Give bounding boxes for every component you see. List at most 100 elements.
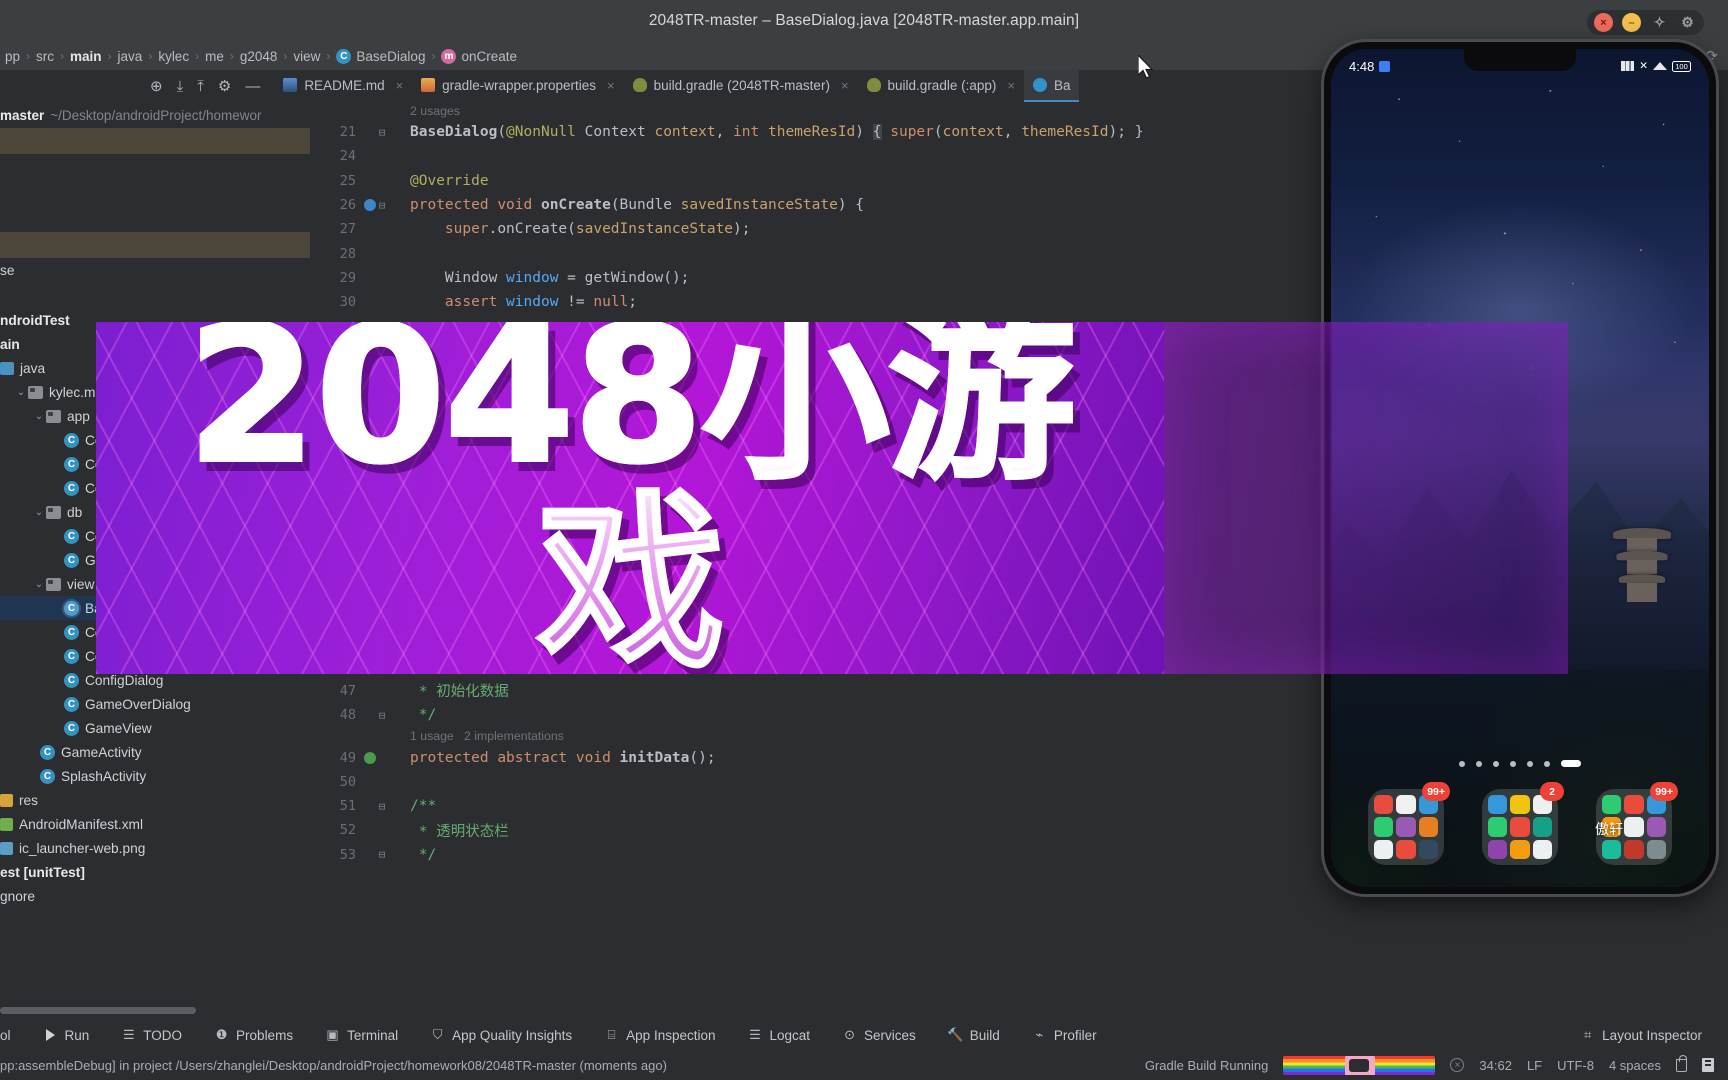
close-icon[interactable]: × [607,78,615,93]
tool-button-app-quality-insights[interactable]: ⛉ App Quality Insights [414,1027,588,1043]
breadcrumb-item-pp[interactable]: pp [0,49,25,64]
tree-label: AndroidManifest.xml [19,816,143,832]
close-icon[interactable]: × [841,78,849,93]
code-line-48[interactable]: 48 ⊟ */ [310,703,1234,727]
indent-setting[interactable]: 4 spaces [1609,1058,1661,1073]
dock-folder-1[interactable]: 99+ [1368,782,1450,865]
fold-icon[interactable]: ⊟ [376,199,388,212]
tab-basedialog[interactable]: Ba [1023,70,1080,102]
breadcrumb-item-main[interactable]: main [65,49,107,64]
chevron-down-icon[interactable]: ⌄ [14,387,28,398]
tool-button-app-inspection[interactable]: ⌸ App Inspection [588,1027,731,1043]
page-dot[interactable] [1510,760,1516,767]
code-line-53[interactable]: 53 ⊟ */ [310,843,1234,867]
close-icon[interactable]: × [1594,13,1613,32]
close-icon[interactable]: × [396,78,404,93]
tree-item-se[interactable]: se [0,258,310,282]
fold-icon[interactable]: ⊟ [376,800,388,813]
line-separator[interactable]: LF [1527,1058,1542,1073]
code-line-50[interactable]: 50 [310,770,1234,794]
dock-folder-2[interactable]: 2 [1482,782,1564,865]
page-dot-active[interactable] [1561,760,1581,767]
tool-button-problems[interactable]: ❶ Problems [198,1027,309,1043]
window-controls[interactable]: × – ✧ ⚙ [1587,10,1704,35]
tool-button-logcat[interactable]: ☰ Logcat [731,1027,826,1043]
tree-item-gitignore[interactable]: gnore [0,884,310,908]
tree-item-gameactivity[interactable]: C GameActivity [0,740,310,764]
gear-icon[interactable]: ⚙ [218,77,231,95]
breadcrumb-item-me[interactable]: me [200,49,229,64]
tree-item-gameview[interactable]: C GameView [0,716,310,740]
gear-icon[interactable]: ⚙ [1678,13,1697,32]
page-dot[interactable] [1544,760,1550,767]
page-dot[interactable] [1493,760,1499,767]
tree-item-ic-launcher-web[interactable]: ic_launcher-web.png [0,836,310,860]
page-dot[interactable] [1476,760,1482,767]
page-dot[interactable] [1459,760,1465,767]
code-line-51[interactable]: 51 ⊟ /** [310,794,1234,818]
chevron-down-icon[interactable]: ⌄ [32,579,46,590]
project-root-row[interactable]: master ~/Desktop/androidProject/homewor [0,102,310,128]
locate-icon[interactable]: ⊕ [150,77,163,95]
chevron-down-icon[interactable]: ⌄ [32,411,46,422]
code-line-52[interactable]: 52 * 透明状态栏 [310,818,1234,842]
hide-icon[interactable]: — [245,78,260,95]
code-line-49[interactable]: 49 protected abstract void initData(); [310,745,1234,769]
breadcrumb-item-oncreate[interactable]: m onCreate [436,48,522,64]
tree-item-res[interactable]: res [0,788,310,812]
home-page-indicator[interactable] [1331,760,1709,767]
code-line-28[interactable]: 28 [310,241,1234,265]
collapse-all-icon[interactable]: ⤒ [197,78,204,95]
code-line-27[interactable]: 27 super.onCreate(savedInstanceState); [310,217,1234,241]
breadcrumb-item-java[interactable]: java [113,49,148,64]
lock-icon[interactable] [1676,1054,1687,1072]
home-dock[interactable]: 99+ 2 99+ 傲轩 [1331,782,1709,865]
override-gutter-icon[interactable] [364,199,376,212]
pin-icon[interactable]: ✧ [1650,13,1669,32]
breadcrumb-item-basedialog[interactable]: C BaseDialog [331,48,430,64]
tool-button-run[interactable]: Run [27,1028,106,1043]
tab-build-gradle-app[interactable]: build.gradle (:app) × [858,70,1024,102]
tab-build-gradle-root[interactable]: build.gradle (2048TR-master) × [624,70,858,102]
tab-readme[interactable]: README.md × [274,70,412,102]
code-line-21[interactable]: 21 ⊟ BaseDialog(@NonNull Context context… [310,120,1234,144]
page-dot[interactable] [1527,760,1533,767]
breadcrumb-item-view[interactable]: view [288,49,325,64]
usages-hint[interactable]: 2 usages [310,104,460,118]
expand-all-icon[interactable]: ⤓ [177,78,184,95]
code-line-30[interactable]: 30 assert window != null; [310,290,1234,314]
tool-button-todo[interactable]: ☰ TODO [105,1027,198,1043]
code-line-25[interactable]: 25 @Override [310,169,1234,193]
close-icon[interactable]: × [1007,78,1015,93]
breadcrumb-item-kylec[interactable]: kylec [153,49,194,64]
horizontal-scrollbar[interactable] [0,1007,196,1014]
fold-icon[interactable]: ⊟ [376,709,388,722]
tree-item-splashactivity[interactable]: C SplashActivity [0,764,310,788]
tab-gradle-wrapper-properties[interactable]: gradle-wrapper.properties × [412,70,623,102]
file-encoding[interactable]: UTF-8 [1557,1058,1594,1073]
usages-hint[interactable]: 1 usage 2 implementations [310,729,564,743]
chevron-down-icon[interactable]: ⌄ [32,507,46,518]
tool-button-ol[interactable]: ol [0,1028,27,1043]
code-line-24[interactable]: 24 [310,144,1234,168]
stop-icon[interactable]: × [1450,1058,1465,1072]
code-line-47[interactable]: 47 * 初始化数据 [310,679,1234,703]
tool-button-layout-inspector[interactable]: ⌗ Layout Inspector [1564,1027,1718,1043]
implemented-gutter-icon[interactable] [364,751,376,764]
code-line-29[interactable]: 29 Window window = getWindow(); [310,266,1234,290]
fold-icon[interactable]: ⊟ [376,848,388,861]
tree-item-unittest[interactable]: est [unitTest] [0,860,310,884]
breadcrumb-item-g2048[interactable]: g2048 [235,49,283,64]
tool-button-profiler[interactable]: ⌁ Profiler [1016,1027,1113,1043]
code-line-26[interactable]: 26 ⊟ protected void onCreate(Bundle save… [310,193,1234,217]
tree-item-androidmanifest[interactable]: AndroidManifest.xml [0,812,310,836]
breadcrumb-item-src[interactable]: src [31,49,59,64]
tree-item-gameoverdialog[interactable]: C GameOverDialog [0,692,310,716]
caret-position[interactable]: 34:62 [1479,1058,1512,1073]
bookmark-icon[interactable] [1702,1058,1714,1072]
tool-button-terminal[interactable]: ▣ Terminal [309,1027,414,1043]
tool-button-build[interactable]: 🔨 Build [932,1027,1016,1043]
tool-button-services[interactable]: ⊙ Services [826,1027,932,1043]
fold-icon[interactable]: ⊟ [376,126,388,139]
minimize-icon[interactable]: – [1622,13,1641,32]
